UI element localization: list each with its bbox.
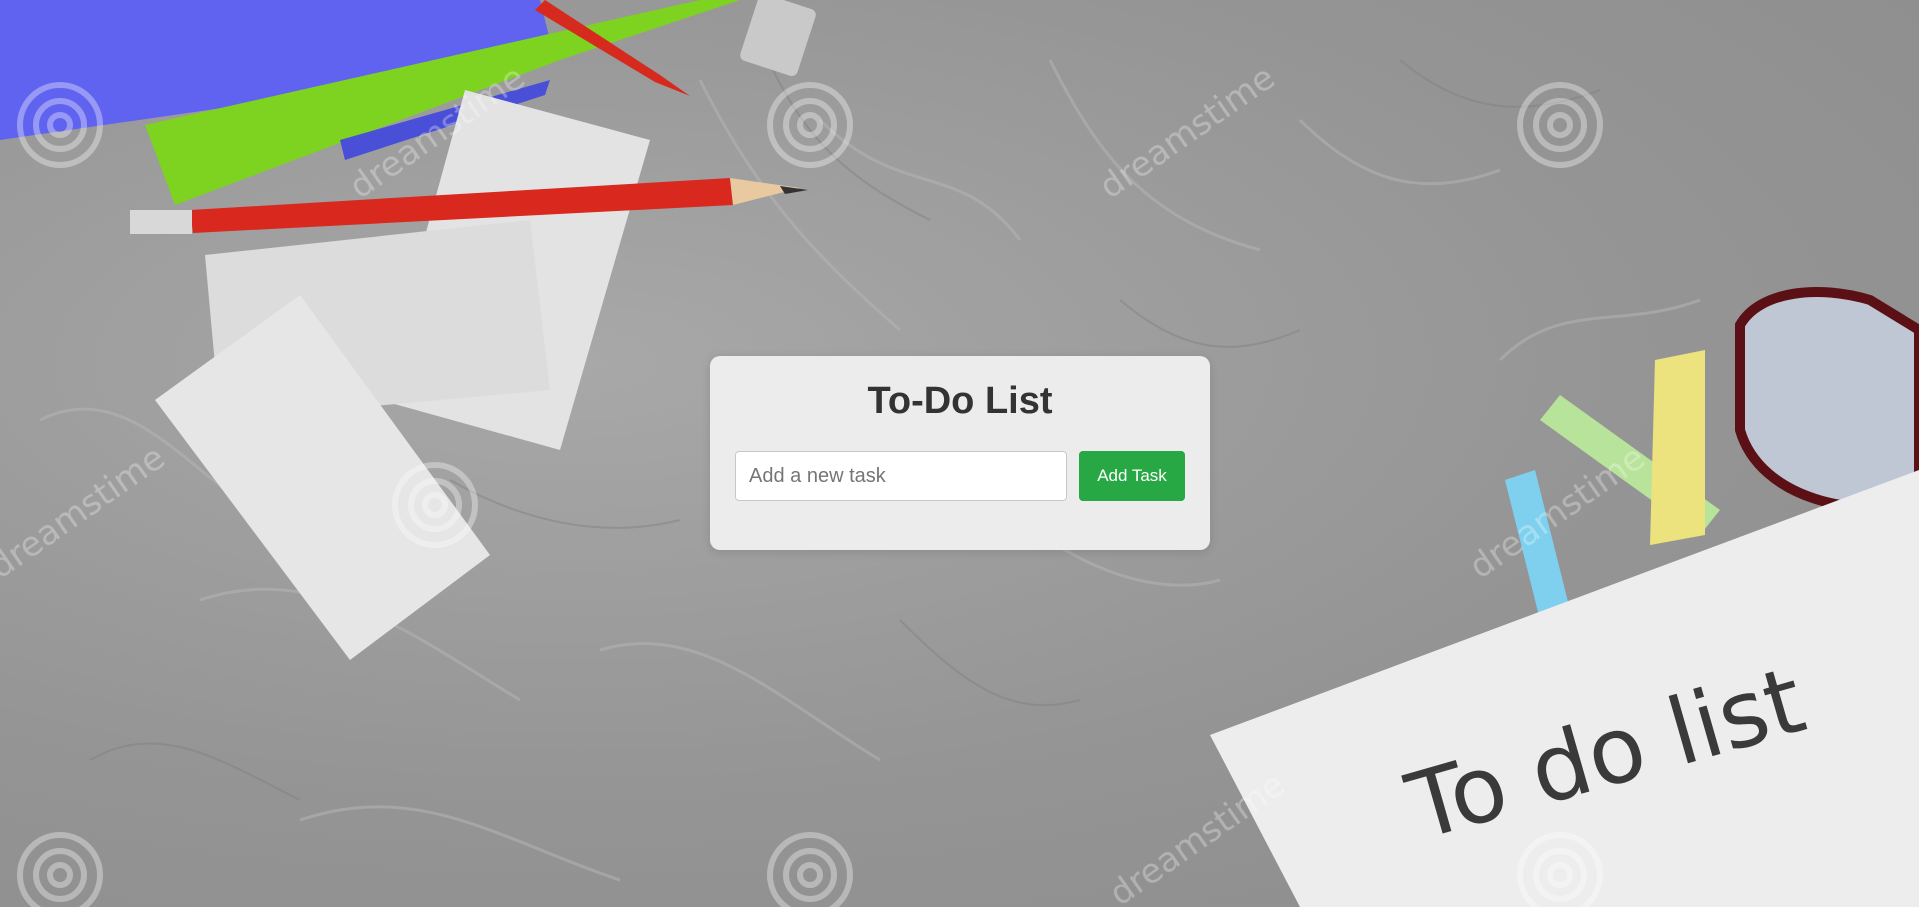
new-task-input[interactable]	[735, 451, 1067, 501]
add-task-button[interactable]: Add Task	[1079, 451, 1185, 501]
watermark-text: dreamstime	[0, 437, 172, 587]
todo-card: To-Do List Add Task	[710, 356, 1210, 550]
page-title: To-Do List	[867, 380, 1053, 422]
watermark-text: dreamstime	[1092, 57, 1282, 207]
